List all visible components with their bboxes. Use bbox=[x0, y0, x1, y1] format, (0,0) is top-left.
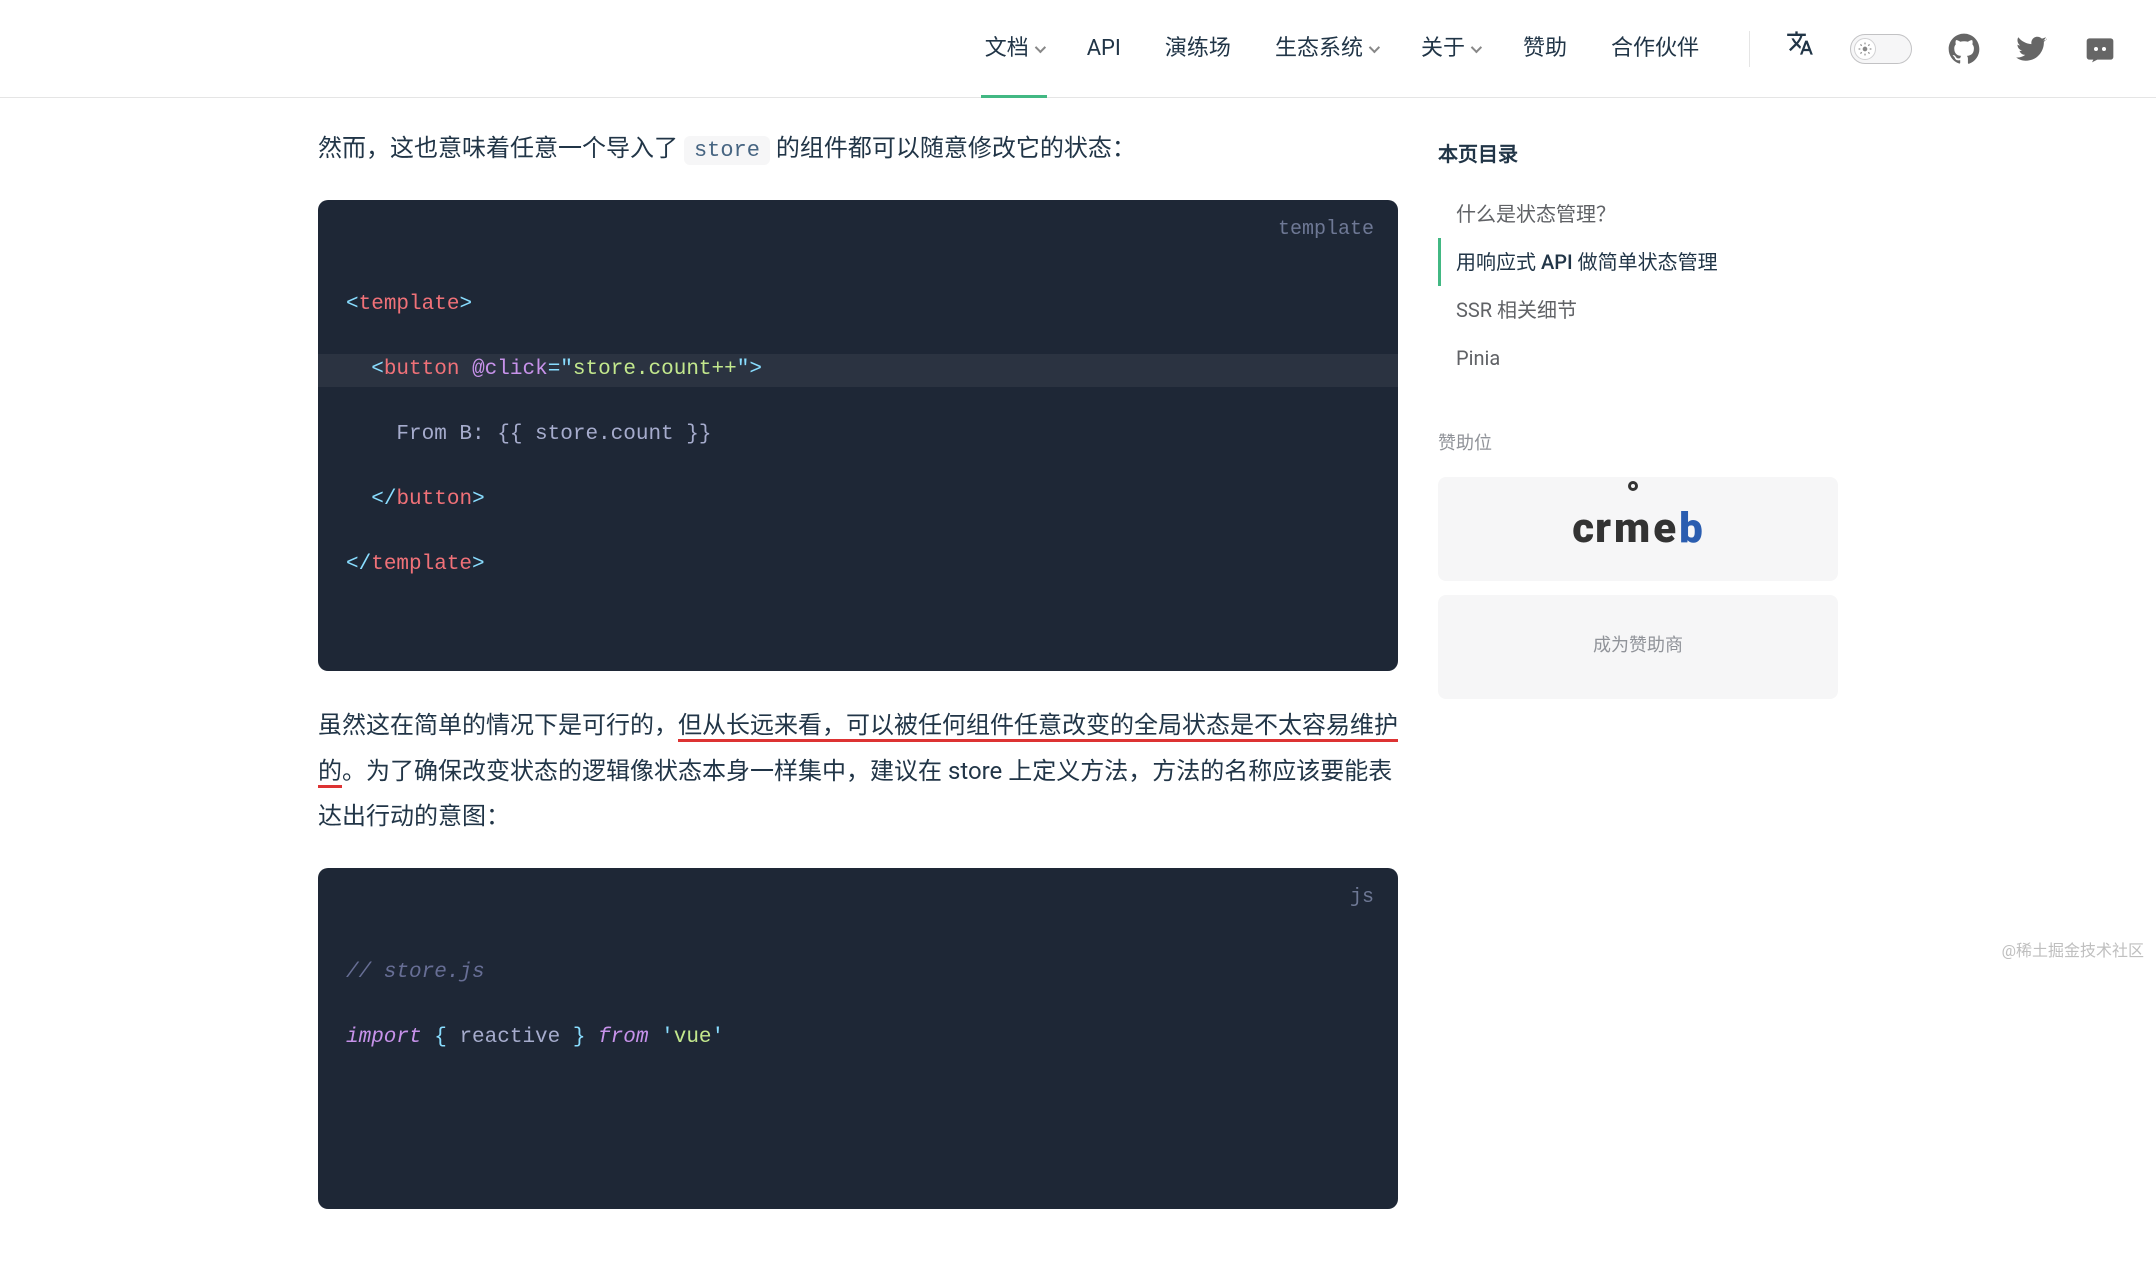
paragraph-intro: 然而，这也意味着任意一个导入了 store 的组件都可以随意修改它的状态： bbox=[318, 126, 1398, 172]
nav-about-label: 关于 bbox=[1421, 31, 1465, 66]
toc-item-ssr[interactable]: SSR 相关细节 bbox=[1438, 286, 1838, 334]
discord-icon[interactable] bbox=[2084, 33, 2116, 65]
code-block-js: js // store.js import { reactive } from … bbox=[318, 868, 1398, 1209]
article-content: 然而，这也意味着任意一个导入了 store 的组件都可以随意修改它的状态： te… bbox=[318, 98, 1398, 1268]
nav-partners-label: 合作伙伴 bbox=[1611, 31, 1699, 66]
nav-ecosystem[interactable]: 生态系统 bbox=[1271, 0, 1381, 97]
toc-item-what-is[interactable]: 什么是状态管理？ bbox=[1438, 190, 1838, 238]
nav-docs[interactable]: 文档 bbox=[981, 0, 1047, 97]
theme-toggle[interactable] bbox=[1850, 34, 1912, 64]
nav-partners[interactable]: 合作伙伴 bbox=[1607, 0, 1703, 97]
text: 虽然这在简单的情况下是可行的， bbox=[318, 711, 678, 739]
toc-title: 本页目录 bbox=[1438, 138, 1838, 170]
nav-about[interactable]: 关于 bbox=[1417, 0, 1483, 97]
sponsor-crmeb[interactable]: crmeb bbox=[1438, 477, 1838, 581]
nav-docs-label: 文档 bbox=[985, 31, 1029, 66]
toc-item-pinia[interactable]: Pinia bbox=[1438, 334, 1838, 382]
emphasis-red: 但从长远来看，可以被任何组件任意改变的全局状态是不太容 bbox=[678, 711, 1326, 739]
sidebar: 本页目录 什么是状态管理？ 用响应式 API 做简单状态管理 SSR 相关细节 … bbox=[1438, 98, 1838, 1268]
chevron-down-icon bbox=[1471, 41, 1482, 52]
nav-playground[interactable]: 演练场 bbox=[1161, 0, 1235, 97]
top-nav: 文档 API 演练场 生态系统 关于 赞助 合作伙伴 bbox=[0, 0, 2156, 98]
toc-item-label: Pinia bbox=[1456, 346, 1500, 370]
text: 然而，这也意味着任意一个导入了 bbox=[318, 134, 684, 162]
nav-separator bbox=[1749, 31, 1750, 67]
nav-api[interactable]: API bbox=[1083, 0, 1125, 97]
sun-icon bbox=[1858, 42, 1872, 56]
github-icon[interactable] bbox=[1948, 33, 1980, 65]
text: 。为了确保改变状态的逻辑像状态本身一样集中，建议在 store 上定义方法，方法… bbox=[318, 757, 1392, 831]
toc-item-label: 用响应式 API 做简单状态管理 bbox=[1456, 250, 1718, 274]
twitter-icon[interactable] bbox=[2016, 33, 2048, 65]
toc-item-reactive-api[interactable]: 用响应式 API 做简单状态管理 bbox=[1438, 238, 1838, 286]
code-lang-tag: template bbox=[1278, 214, 1374, 245]
code-lang-tag: js bbox=[1350, 882, 1374, 913]
nav-playground-label: 演练场 bbox=[1165, 31, 1231, 66]
language-switch-icon[interactable] bbox=[1786, 29, 1814, 68]
code-block-template: template <template> <button @click="stor… bbox=[318, 200, 1398, 671]
toc-item-label: SSR 相关细节 bbox=[1456, 298, 1577, 322]
chevron-down-icon bbox=[1369, 41, 1380, 52]
nav-ecosystem-label: 生态系统 bbox=[1275, 31, 1363, 66]
theme-toggle-knob bbox=[1854, 38, 1876, 60]
toc-item-label: 什么是状态管理？ bbox=[1456, 202, 1616, 226]
nav-api-label: API bbox=[1087, 31, 1121, 66]
inline-code-store: store bbox=[684, 136, 770, 165]
sponsor-heading: 赞助位 bbox=[1438, 430, 1838, 459]
nav-sponsor-label: 赞助 bbox=[1523, 31, 1567, 66]
chevron-down-icon bbox=[1034, 41, 1045, 52]
become-sponsor-label: 成为赞助商 bbox=[1593, 632, 1683, 661]
paragraph-warning: 虽然这在简单的情况下是可行的，但从长远来看，可以被任何组件任意改变的全局状态是不… bbox=[318, 703, 1398, 840]
text: 的组件都可以随意修改它的状态： bbox=[776, 134, 1136, 162]
nav-sponsor[interactable]: 赞助 bbox=[1519, 0, 1571, 97]
become-sponsor[interactable]: 成为赞助商 bbox=[1438, 595, 1838, 699]
watermark: @稀土掘金技术社区 bbox=[2002, 938, 2144, 964]
